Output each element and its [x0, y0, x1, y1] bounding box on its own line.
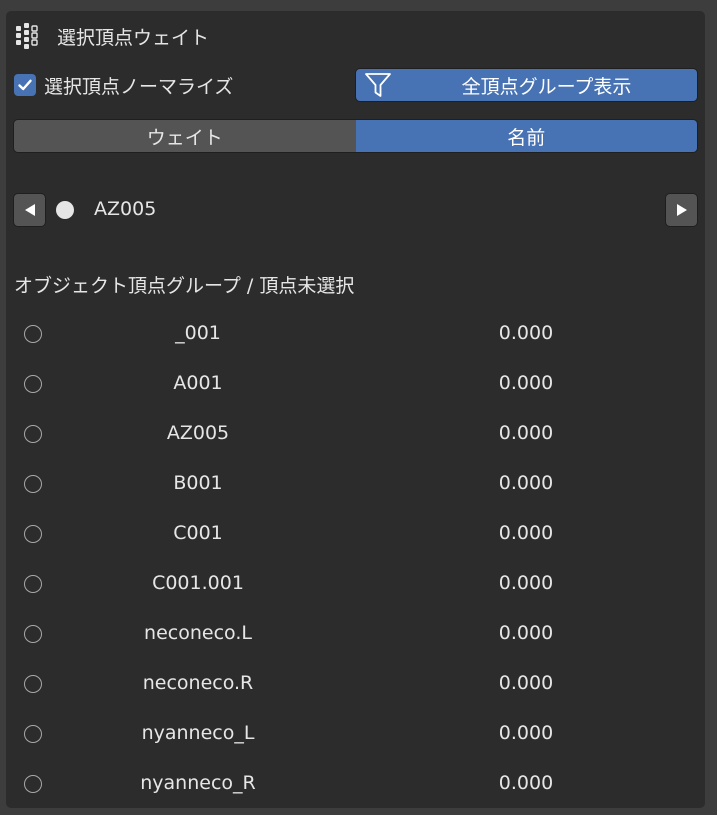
vertex-group-weight: 0.000	[498, 522, 554, 544]
vertex-group-name: neconeco.L	[144, 622, 252, 644]
vertex-group-weight: 0.000	[498, 472, 554, 494]
vertex-group-name: C001	[173, 522, 223, 544]
vertex-group-weight: 0.000	[498, 622, 554, 644]
vertex-group-name: nyanneco_R	[140, 772, 256, 794]
funnel-icon	[365, 73, 391, 97]
radio-button[interactable]	[24, 325, 42, 343]
next-group-button[interactable]	[665, 193, 698, 227]
vertex-group-list: _001 0.000 A001 0.000 AZ005 0.000 B001 0…	[6, 309, 705, 809]
radio-button[interactable]	[24, 775, 42, 793]
panel-header[interactable]: 選択頂点ウェイト	[16, 23, 209, 49]
radio-button[interactable]	[24, 625, 42, 643]
panel-title: 選択頂点ウェイト	[57, 26, 210, 49]
list-item: _001 0.000	[6, 309, 705, 359]
vertex-groups-section-label: オブジェクト頂点グループ / 頂点未選択	[14, 275, 355, 297]
list-item: AZ005 0.000	[6, 409, 705, 459]
list-item: B001 0.000	[6, 459, 705, 509]
vertex-group-weight: 0.000	[498, 372, 554, 394]
list-item: nyanneco_R 0.000	[6, 759, 705, 809]
vertex-group-weight: 0.000	[498, 572, 554, 594]
vertex-group-weight: 0.000	[498, 422, 554, 444]
checkbox-checked[interactable]	[14, 74, 36, 96]
normalize-label: 選択頂点ノーマライズ	[44, 75, 234, 98]
triangle-right-icon	[676, 204, 687, 216]
vertex-weights-panel: 選択頂点ウェイト 選択頂点ノーマライズ 全頂点グループ表示 ウェイト 名前 AZ…	[6, 11, 705, 808]
list-item: A001 0.000	[6, 359, 705, 409]
list-item: neconeco.R 0.000	[6, 659, 705, 709]
vertex-group-weight: 0.000	[498, 672, 554, 694]
group-navigator: AZ005	[13, 193, 698, 227]
checkmark-icon	[18, 79, 32, 91]
sort-by-name-tab[interactable]: 名前	[355, 120, 697, 152]
sort-by-weight-tab[interactable]: ウェイト	[14, 120, 356, 152]
radio-button[interactable]	[24, 425, 42, 443]
vertex-group-weight: 0.000	[498, 772, 554, 794]
radio-button[interactable]	[24, 725, 42, 743]
prev-group-button[interactable]	[13, 193, 46, 227]
triangle-left-icon	[24, 204, 35, 216]
radio-button[interactable]	[24, 675, 42, 693]
vertex-group-name: C001.001	[152, 572, 244, 594]
radio-button[interactable]	[24, 525, 42, 543]
active-group-indicator	[56, 201, 74, 219]
vertex-group-name: neconeco.R	[142, 672, 254, 694]
current-group-name: AZ005	[94, 198, 157, 220]
list-item: neconeco.L 0.000	[6, 609, 705, 659]
vertex-group-weight: 0.000	[498, 722, 554, 744]
vertex-group-name: B001	[173, 472, 223, 494]
vertex-weights-icon	[16, 23, 38, 49]
sort-toggle: ウェイト 名前	[13, 119, 698, 153]
show-all-groups-button[interactable]: 全頂点グループ表示	[355, 68, 698, 102]
radio-button[interactable]	[24, 475, 42, 493]
radio-button[interactable]	[24, 375, 42, 393]
list-item: nyanneco_L 0.000	[6, 709, 705, 759]
vertex-group-name: nyanneco_L	[141, 722, 255, 744]
vertex-group-name: _001	[175, 322, 221, 344]
show-all-groups-label: 全頂点グループ表示	[461, 75, 632, 98]
vertex-group-name: AZ005	[166, 422, 230, 444]
normalize-checkbox[interactable]: 選択頂点ノーマライズ	[14, 70, 233, 100]
radio-button[interactable]	[24, 575, 42, 593]
vertex-group-name: A001	[173, 372, 223, 394]
vertex-group-weight: 0.000	[498, 322, 554, 344]
list-item: C001.001 0.000	[6, 559, 705, 609]
list-item: C001 0.000	[6, 509, 705, 559]
